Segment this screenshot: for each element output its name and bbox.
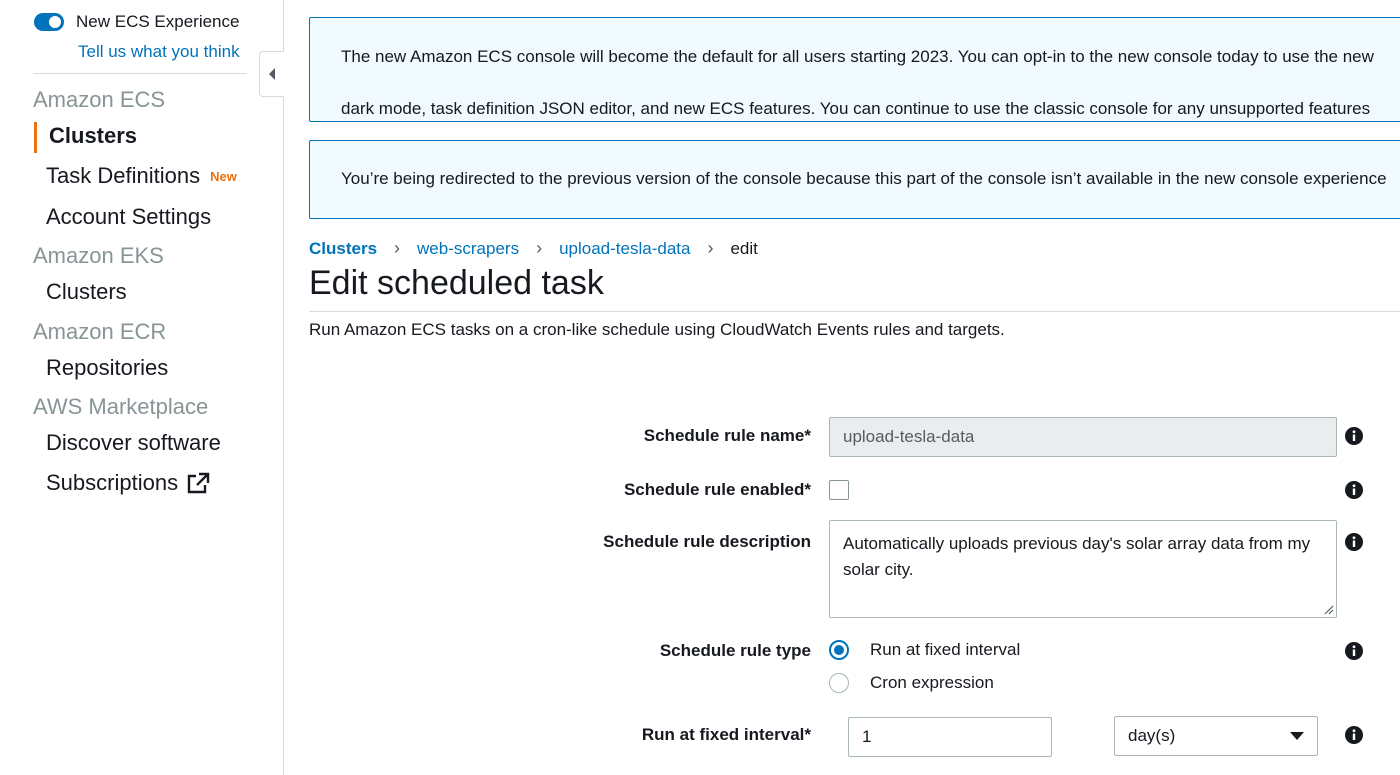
feedback-link[interactable]: Tell us what you think bbox=[78, 42, 240, 62]
radio-cron-expression[interactable]: Cron expression bbox=[829, 673, 994, 693]
interval-label: Run at fixed interval* bbox=[641, 725, 811, 744]
breadcrumb-current: edit bbox=[730, 238, 758, 258]
sidebar-item-label: Clusters bbox=[49, 123, 138, 148]
section-amazon-ecr: Amazon ECR bbox=[33, 319, 167, 344]
sidebar-item-clusters[interactable]: Clusters bbox=[49, 123, 137, 149]
sidebar-item-label: Discover software bbox=[46, 430, 221, 455]
info-icon[interactable] bbox=[1345, 533, 1363, 551]
sidebar-item-task-definitions[interactable]: Task Definitions New bbox=[46, 163, 237, 189]
section-amazon-ecs: Amazon ECS bbox=[33, 87, 166, 112]
sidebar-item-label: Account Settings bbox=[46, 204, 212, 229]
sidebar: New ECS Experience Tell us what you thin… bbox=[0, 0, 284, 775]
interval-value-input[interactable]: 1 bbox=[848, 717, 1052, 757]
sidebar-item-label: Subscriptions bbox=[46, 470, 179, 495]
select-value: day(s) bbox=[1128, 726, 1176, 745]
rule-name-label: Schedule rule name* bbox=[643, 426, 811, 445]
radio-button-selected[interactable] bbox=[829, 640, 849, 660]
sidebar-item-account-settings[interactable]: Account Settings bbox=[46, 204, 211, 230]
description-textarea[interactable]: Automatically uploads previous day's sol… bbox=[829, 520, 1337, 618]
active-item-marker bbox=[34, 122, 37, 153]
redirect-info-banner: You’re being redirected to the previous … bbox=[309, 140, 1400, 219]
page-title: Edit scheduled task bbox=[309, 264, 604, 302]
breadcrumb-separator: › bbox=[536, 238, 543, 258]
sidebar-item-eks-clusters[interactable]: Clusters bbox=[46, 279, 127, 305]
interval-unit-select[interactable]: day(s) bbox=[1114, 716, 1318, 756]
new-experience-toggle-row[interactable]: New ECS Experience bbox=[34, 12, 239, 32]
info-icon[interactable] bbox=[1345, 642, 1363, 660]
section-amazon-eks: Amazon EKS bbox=[33, 243, 164, 268]
banner-text-line-2: dark mode, task definition JSON editor, … bbox=[341, 99, 1371, 118]
section-aws-marketplace: AWS Marketplace bbox=[33, 394, 209, 419]
sidebar-item-discover-software[interactable]: Discover software bbox=[46, 430, 221, 456]
chevron-left-icon bbox=[268, 68, 275, 80]
title-divider bbox=[309, 311, 1400, 312]
caret-down-icon bbox=[1290, 732, 1304, 740]
toggle-label: New ECS Experience bbox=[76, 12, 240, 31]
sidebar-divider bbox=[33, 73, 247, 74]
rule-name-input[interactable] bbox=[829, 417, 1337, 457]
breadcrumb-separator: › bbox=[394, 238, 401, 258]
optin-info-banner: The new Amazon ECS console will become t… bbox=[309, 17, 1400, 122]
breadcrumb-separator: › bbox=[707, 238, 714, 258]
banner-text: You’re being redirected to the previous … bbox=[341, 169, 1387, 188]
description-label: Schedule rule description bbox=[603, 532, 811, 551]
breadcrumb-task[interactable]: upload-tesla-data bbox=[559, 239, 690, 259]
external-link-icon bbox=[187, 472, 210, 494]
collapse-sidebar-button[interactable] bbox=[259, 51, 284, 97]
banner-text-line-1: The new Amazon ECS console will become t… bbox=[341, 47, 1374, 66]
breadcrumb: Clusters › web-scrapers › upload-tesla-d… bbox=[309, 238, 758, 259]
rule-type-label: Schedule rule type bbox=[659, 641, 811, 660]
sidebar-item-label: Task Definitions bbox=[46, 163, 201, 188]
info-icon[interactable] bbox=[1345, 427, 1363, 445]
radio-label: Cron expression bbox=[870, 673, 994, 692]
radio-fixed-interval[interactable]: Run at fixed interval bbox=[829, 640, 1020, 660]
new-experience-toggle[interactable] bbox=[34, 13, 64, 31]
sidebar-item-label: Clusters bbox=[46, 279, 127, 304]
rule-enabled-label: Schedule rule enabled* bbox=[623, 480, 811, 499]
sidebar-item-label: Repositories bbox=[46, 355, 169, 380]
sidebar-item-subscriptions[interactable]: Subscriptions bbox=[46, 470, 210, 496]
radio-button[interactable] bbox=[829, 673, 849, 693]
info-icon[interactable] bbox=[1345, 481, 1363, 499]
page-subtitle: Run Amazon ECS tasks on a cron-like sche… bbox=[309, 320, 1005, 339]
radio-label: Run at fixed interval bbox=[870, 640, 1021, 659]
info-icon[interactable] bbox=[1345, 726, 1363, 744]
new-badge: New bbox=[210, 168, 237, 184]
breadcrumb-cluster[interactable]: web-scrapers bbox=[417, 239, 519, 259]
sidebar-item-repositories[interactable]: Repositories bbox=[46, 355, 168, 381]
breadcrumb-clusters[interactable]: Clusters bbox=[309, 239, 377, 259]
resize-grip-icon[interactable] bbox=[1322, 603, 1334, 615]
rule-enabled-checkbox[interactable] bbox=[829, 480, 849, 500]
